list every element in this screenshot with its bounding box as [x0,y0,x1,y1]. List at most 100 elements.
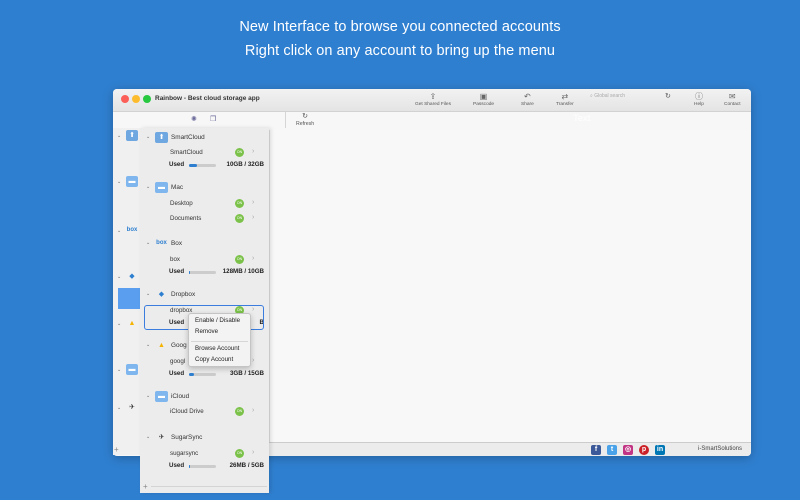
account-item[interactable]: box ON › [168,254,262,265]
folder-icon: ▬ [126,364,138,375]
help-button[interactable]: ⓘ Help [694,91,704,107]
contact-label: Contact [724,102,741,107]
transfer-icon: ⇄ [561,92,569,101]
linkedin-icon[interactable]: in [655,445,665,455]
chevron-right-icon[interactable]: › [252,407,254,414]
chevron-right-icon[interactable]: › [252,214,254,221]
title-bar: Rainbow - Best cloud storage app ⇪ Get S… [113,89,751,112]
panel-divider [151,486,267,487]
company-name[interactable]: i-SmartSolutions [698,446,742,452]
book-icon[interactable]: ❒ [210,115,216,123]
online-status-icon: ON [235,148,244,157]
account-item[interactable]: iCloud Drive ON › [168,406,262,417]
account-item[interactable]: SmartCloud ON › [168,147,262,158]
chevron-right-icon[interactable]: › [252,199,254,206]
headline-line-2: Right click on any account to bring up t… [244,43,556,59]
usage-text: 128MB / 10GB [222,268,264,275]
zoom-window-button[interactable] [143,95,151,103]
menu-item-enable-disable[interactable]: Enable / Disable [195,317,240,324]
add-account-icon[interactable]: + [143,482,148,491]
headline-line-1: New Interface to browse you connected ac… [239,19,561,35]
account-item-label: googl [170,358,186,365]
folder-icon: ▬ [155,391,168,402]
transfer-button[interactable]: ⇄ Transfer [556,91,574,107]
chevron-right-icon[interactable]: › [252,255,254,262]
strip-item-mac[interactable]: ⌄ ▬ [117,176,139,192]
strip-add-icon[interactable]: + [114,445,119,454]
usage-bar [189,164,216,167]
get-shared-files-button[interactable]: ⇪ Get Shared Files [415,91,451,107]
box-icon: box [156,240,167,246]
account-name: SmartCloud [171,134,205,141]
accounts-icon[interactable]: ✺ [191,115,197,123]
chevron-right-icon[interactable]: › [252,449,254,456]
strip-item-dropbox[interactable]: ⌄ ◆ [117,271,139,287]
window-title: Rainbow - Best cloud storage app [155,95,260,102]
help-label: Help [694,102,704,107]
search-icon: ⌕ [590,93,593,99]
storage-usage: Used 10GB / 32GB [168,160,264,170]
facebook-icon[interactable]: f [591,445,601,455]
chevron-down-icon: ⌄ [146,184,151,190]
minimize-window-button[interactable] [132,95,140,103]
storage-usage: Used 3GB / 15GB [168,369,264,379]
account-item-label: Desktop [170,200,193,207]
menu-item-remove[interactable]: Remove [195,328,218,335]
account-item-label: SmartCloud [170,149,203,156]
chevron-right-icon[interactable]: › [252,148,254,155]
smartcloud-icon: ⬆ [155,132,168,143]
dropbox-icon: ◆ [129,273,135,280]
menu-item-copy-account[interactable]: Copy Account [195,356,233,363]
strip-item-sugarsync[interactable]: ⌄ ✈ [117,402,139,418]
strip-item-google-drive[interactable]: ⌄ ▲ [117,318,139,334]
usage-text: 26MB / 5GB [229,462,264,469]
passcode-button[interactable]: ▣ Passcode [473,91,494,107]
mail-icon: ✉ [728,92,736,101]
refresh-button[interactable]: ↻ Refresh [296,113,314,127]
pinterest-icon[interactable]: p [639,445,649,455]
account-item[interactable]: Documents ON › [168,213,262,224]
strip-selected-item[interactable] [118,288,140,309]
chevron-right-icon[interactable]: › [252,357,254,364]
storage-usage: Used 128MB / 10GB [168,267,264,277]
account-item-label: Documents [170,215,202,222]
contact-button[interactable]: ✉ Contact [724,91,741,107]
chevron-down-icon: ⌄ [146,134,151,140]
box-icon: box [126,227,138,233]
strip-item-box[interactable]: ⌄ box [117,225,139,241]
twitter-icon[interactable]: t [607,445,617,455]
close-window-button[interactable] [121,95,129,103]
usage-bar [189,465,216,468]
global-search-input[interactable]: ⌕ Global search [590,93,668,103]
usage-fill [189,465,190,468]
sugarsync-icon: ✈ [158,434,165,441]
strip-item-smartcloud[interactable]: ⌄ ⬆ [117,130,139,146]
chevron-down-icon: ⌄ [117,133,122,139]
account-item[interactable]: sugarsync ON › [168,448,262,459]
chevron-down-icon: ⌄ [146,393,151,399]
usage-text: 3GB / 15GB [229,370,264,377]
google-drive-icon: ▲ [158,342,165,349]
used-label: Used [169,370,185,377]
refresh-icon: ↻ [302,113,309,120]
passcode-label: Passcode [473,102,495,107]
instagram-icon[interactable]: ◎ [623,445,633,455]
dropbox-icon: ◆ [158,291,165,298]
used-label: Used [169,462,185,469]
lock-icon: ▣ [479,92,488,101]
usage-fill [189,373,195,376]
chevron-down-icon: ⌄ [146,434,151,440]
account-item-label: sugarsync [170,450,199,457]
share-label: Share [521,102,534,107]
chevron-down-icon: ⌄ [117,405,122,411]
account-item[interactable]: Desktop ON › [168,198,262,209]
reload-icon[interactable]: ↻ [665,92,671,100]
sugarsync-icon: ✈ [129,404,135,411]
share-button[interactable]: ↶ Share [521,91,534,107]
strip-item-icloud[interactable]: ⌄ ▬ [117,364,139,380]
folder-icon: ▬ [155,182,168,193]
account-name: Box [171,240,183,247]
account-name: Dropbox [171,291,196,298]
menu-item-browse-account[interactable]: Browse Account [195,345,239,352]
online-status-icon: ON [235,214,244,223]
